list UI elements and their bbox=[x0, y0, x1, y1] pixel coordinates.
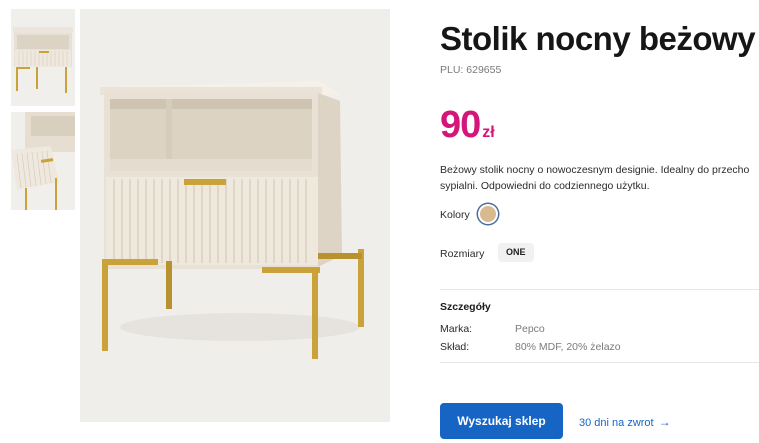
details-heading: Szczegóły bbox=[440, 301, 491, 313]
thumbnail-2[interactable] bbox=[11, 112, 75, 210]
returns-link[interactable]: 30 dni na zwrot → bbox=[579, 415, 671, 429]
nightstand-drawer-open-thumbnail-image bbox=[11, 112, 75, 210]
product-title: Stolik nocny beżowy bbox=[440, 20, 756, 57]
product-plu: PLU: 629655 bbox=[440, 64, 502, 76]
returns-link-label: 30 dni na zwrot bbox=[579, 417, 654, 429]
color-swatch-beige[interactable] bbox=[480, 206, 496, 222]
details-key: Marka: bbox=[440, 323, 473, 335]
arrow-right-icon: → bbox=[658, 415, 671, 429]
colors-label: Kolory bbox=[440, 209, 470, 221]
description-line: sypialni. Odpowiedni do codziennego użyt… bbox=[440, 179, 650, 192]
details-key: Skład: bbox=[440, 341, 470, 353]
thumbnail-gallery bbox=[11, 9, 75, 216]
find-store-button[interactable]: Wyszukaj sklep bbox=[440, 403, 563, 439]
details-value: Pepco bbox=[515, 323, 545, 335]
price-currency: zł bbox=[482, 124, 495, 141]
product-main-image[interactable] bbox=[80, 9, 390, 422]
price-value: 90 bbox=[440, 104, 481, 146]
thumbnail-1[interactable] bbox=[11, 9, 75, 106]
size-option-one[interactable]: ONE bbox=[498, 243, 534, 262]
details-value: 80% MDF, 20% żelazo bbox=[515, 341, 621, 353]
divider bbox=[440, 289, 759, 290]
product-description: Beżowy stolik nocny o nowoczesnym design… bbox=[440, 163, 759, 194]
nightstand-thumbnail-image bbox=[13, 27, 73, 93]
sizes-label: Rozmiary bbox=[440, 248, 485, 260]
divider bbox=[440, 362, 759, 363]
product-price: 90 zł bbox=[440, 104, 495, 147]
nightstand-image bbox=[100, 81, 364, 359]
description-line: Beżowy stolik nocny o nowoczesnym design… bbox=[440, 164, 750, 176]
